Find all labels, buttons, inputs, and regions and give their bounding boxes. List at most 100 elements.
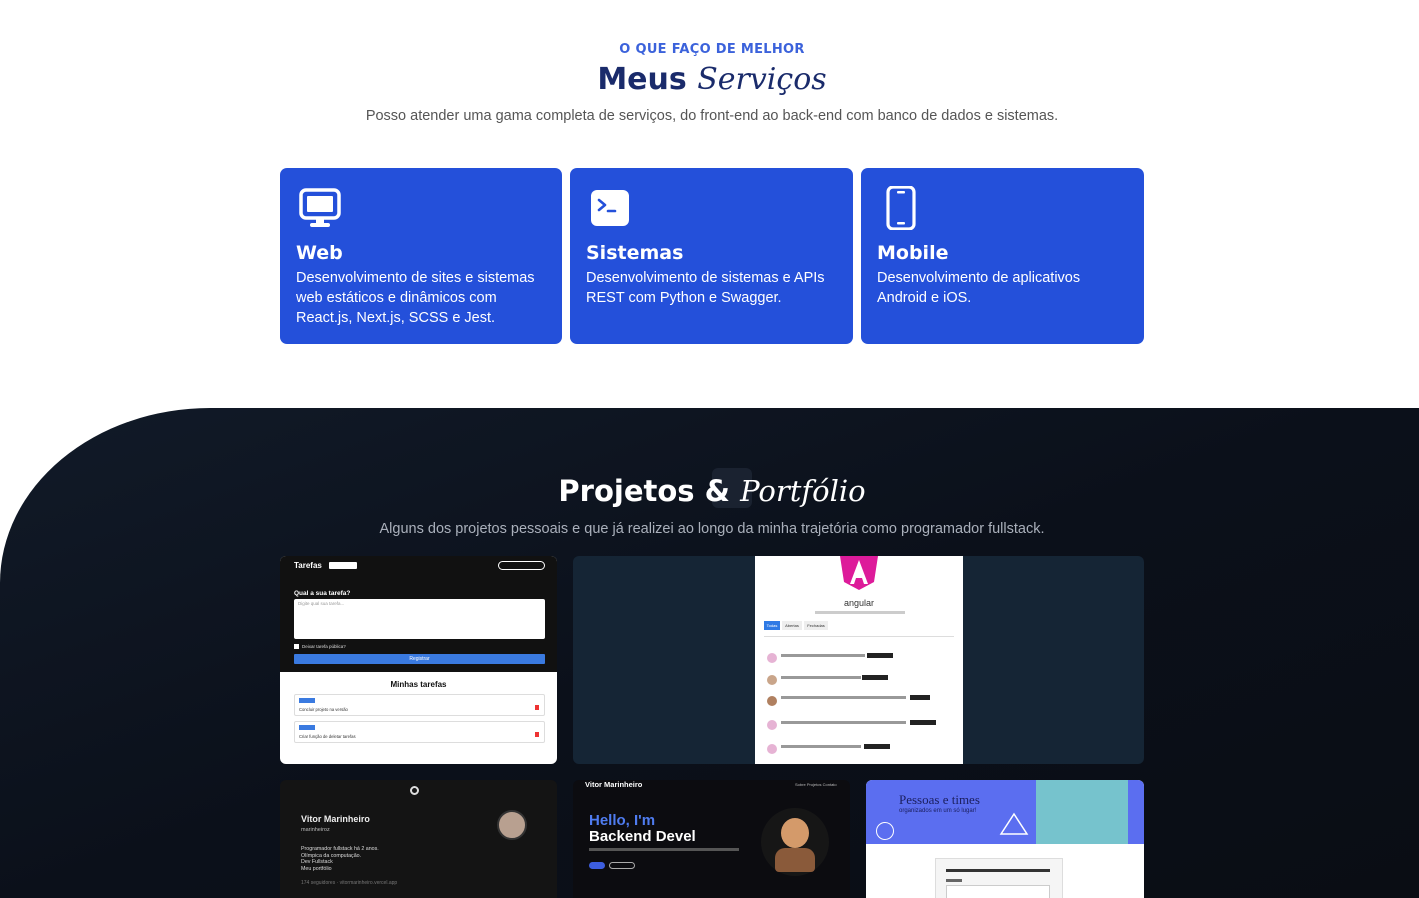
- monitor-icon: [299, 188, 341, 227]
- trash-icon: [535, 732, 539, 737]
- tarefas-item-tag: [299, 725, 315, 730]
- services-title-bold: Meus: [597, 62, 687, 97]
- triangle-shape: [999, 812, 1029, 835]
- threads-bio: Programador fullstack há 2 anos. Olímpic…: [301, 846, 379, 872]
- circle-shape: [876, 822, 894, 840]
- terminal-icon: [591, 190, 629, 226]
- service-card-desc: Desenvolvimento de sistemas e APIs REST …: [586, 270, 825, 306]
- tarefas-item-text: Criar função de deletar tarefas: [299, 734, 356, 739]
- project-thumb-angular[interactable]: angular Todas Abertas Fechadas: [573, 556, 1144, 764]
- service-card-title: Web: [296, 242, 343, 264]
- threads-footer: 174 seguidores · vitormarinheiro.vercel.…: [301, 880, 398, 886]
- form-input: [946, 885, 1050, 898]
- portfolio-cta-secondary: [609, 862, 635, 869]
- issue-line: [781, 721, 906, 724]
- issue-line: [781, 676, 861, 679]
- threads-logo-icon: [410, 786, 419, 795]
- threads-handle: marinheiroz: [301, 827, 330, 833]
- services-eyebrow: O QUE FAÇO DE MELHOR: [619, 42, 805, 57]
- service-card-desc: Desenvolvimento de aplicativos Android e…: [877, 270, 1081, 306]
- project-thumb-pessoas[interactable]: Pessoas e times organizados em um só lug…: [866, 780, 1144, 898]
- portfolio-brand: Vitor Marinheiro: [585, 780, 643, 789]
- issue-label: [867, 653, 893, 658]
- portfolio-role: Backend Devel: [589, 828, 696, 845]
- tarefas-user-button: [498, 561, 545, 570]
- tarefas-item: Concluir projeto na versão: [294, 694, 545, 716]
- portfolio-nav-item: Projetos: [806, 782, 822, 787]
- portfolio-nav-item: Contato: [822, 782, 837, 787]
- avatar: [497, 810, 527, 840]
- issue-line: [781, 654, 865, 657]
- angular-tab: Abertas: [782, 621, 802, 630]
- tarefas-item-tag: [299, 698, 315, 703]
- tarefas-header-area: Tarefas Qual a sua tarefa? Digite qual s…: [280, 556, 557, 672]
- projects-title: Projetos & Portfólio: [0, 474, 1419, 508]
- portfolio-nav: Sobre Projetos Contato: [795, 782, 837, 787]
- services-subtitle: Posso atender uma gama completa de servi…: [365, 108, 1059, 124]
- issue-label: [864, 744, 890, 749]
- project-thumb-threads[interactable]: Vitor Marinheiro marinheiroz Programador…: [280, 780, 557, 898]
- services-cards: Web Desenvolvimento de sites e sistemas …: [280, 168, 1144, 344]
- tarefas-list-title: Minhas tarefas: [390, 680, 447, 689]
- portfolio-text-line: [589, 848, 739, 851]
- projects-title-bold: Projetos &: [558, 474, 730, 508]
- avatar: [767, 720, 777, 730]
- service-card-title: Mobile: [877, 242, 949, 264]
- angular-name: angular: [843, 598, 875, 608]
- tarefas-item: Criar função de deletar tarefas: [294, 721, 545, 743]
- portfolio-nav-item: Sobre: [795, 782, 806, 787]
- tarefas-nav-chip: [329, 562, 357, 569]
- divider: [764, 636, 954, 637]
- issue-line: [781, 696, 906, 699]
- pessoas-title: Pessoas e times: [899, 792, 980, 807]
- form-label: [946, 879, 962, 882]
- avatar-body: [775, 848, 815, 872]
- avatar: [767, 696, 777, 706]
- angular-tab: Todas: [764, 621, 780, 630]
- services-section: O QUE FAÇO DE MELHOR Meus Serviços Posso…: [0, 0, 1419, 408]
- issue-label: [910, 720, 936, 725]
- avatar-face: [781, 818, 809, 848]
- tarefas-logo: Tarefas: [294, 561, 322, 570]
- project-thumb-portfolio[interactable]: Vitor Marinheiro Sobre Projetos Contato …: [573, 780, 850, 898]
- angular-logo-icon: [840, 556, 878, 590]
- service-card-title: Sistemas: [586, 242, 684, 264]
- portfolio-avatar: [761, 808, 829, 876]
- tarefas-heading: Qual a sua tarefa?: [294, 590, 351, 597]
- angular-tab: Fechadas: [804, 621, 828, 630]
- pessoas-form: [935, 858, 1063, 898]
- projects-section: Projetos & Portfólio Alguns dos projetos…: [0, 408, 1419, 898]
- smartphone-icon: [886, 186, 916, 230]
- trash-icon: [535, 705, 539, 710]
- form-line: [946, 869, 1050, 872]
- issue-label: [910, 695, 930, 700]
- threads-bio-line: Programador fullstack há 2 anos.: [301, 846, 379, 852]
- threads-bio-line: Meu portfólio: [301, 865, 332, 872]
- issue-label: [862, 675, 888, 680]
- avatar: [767, 744, 777, 754]
- service-card-sistemas: Sistemas Desenvolvimento de sistemas e A…: [570, 168, 853, 344]
- portfolio-cta: [589, 862, 605, 869]
- threads-name: Vitor Marinheiro: [301, 814, 370, 824]
- portfolio-hello: Hello, I'm: [589, 812, 656, 829]
- avatar: [767, 675, 777, 685]
- angular-panel: angular Todas Abertas Fechadas: [755, 556, 963, 764]
- service-card-mobile: Mobile Desenvolvimento de aplicativos An…: [861, 168, 1144, 344]
- service-card-web: Web Desenvolvimento de sites e sistemas …: [280, 168, 562, 344]
- services-title: Meus Serviços: [0, 62, 1419, 97]
- pessoas-subtitle: organizados em um só lugar!: [899, 808, 977, 814]
- projects-subtitle: Alguns dos projetos pessoais e que já re…: [379, 521, 1045, 537]
- service-card-desc: Desenvolvimento de sites e sistemas web …: [296, 270, 535, 326]
- tarefas-textarea: Digite qual sua tarefa...: [294, 599, 545, 639]
- avatar: [767, 653, 777, 663]
- tarefas-checkbox-label: Deixar tarefa pública?: [302, 644, 346, 649]
- angular-tagline: [815, 611, 905, 614]
- projects-title-script: Portfólio: [740, 474, 866, 508]
- services-title-script: Serviços: [697, 62, 827, 97]
- tarefas-submit: Registrar: [294, 654, 545, 664]
- tarefas-item-text: Concluir projeto na versão: [299, 707, 348, 712]
- issue-line: [781, 745, 861, 748]
- tarefas-checkbox: [294, 644, 299, 649]
- pessoas-banner-image: [1036, 780, 1128, 844]
- project-thumb-tarefas[interactable]: Tarefas Qual a sua tarefa? Digite qual s…: [280, 556, 557, 764]
